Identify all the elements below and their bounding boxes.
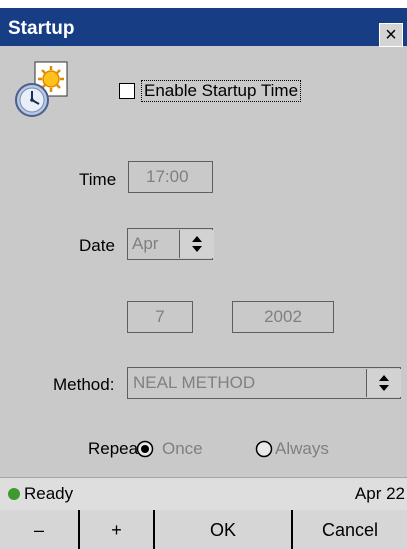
year-value: 2002 [264,307,302,326]
window-title: Startup [8,18,75,39]
repeat-once-label[interactable]: Once [162,439,203,459]
top-strip [0,0,407,8]
repeat-label: Repeat [88,439,143,458]
month-spinner[interactable]: Apr [127,228,214,260]
close-icon: × [385,24,397,46]
month-spinner-arrows[interactable] [179,230,214,258]
status-bar: Ready Apr 22 [0,477,407,510]
time-field[interactable]: 17:00 [128,161,213,193]
time-label: Time [79,170,117,189]
cancel-button[interactable]: Cancel [293,510,407,549]
ok-button[interactable]: OK [155,510,291,549]
month-value: Apr [132,234,159,253]
time-value: 17:00 [146,167,189,186]
date-label: Date [79,236,115,255]
year-field[interactable]: 2002 [232,301,334,333]
plus-button[interactable]: + [80,510,153,549]
status-date: Apr 22 [354,484,405,503]
method-label: Method: [53,375,115,394]
day-value: 7 [155,307,165,326]
bottom-toolbar: – + OK Cancel [0,510,407,549]
title-bar: Startup × [0,8,407,47]
startup-window: Startup × Enable Startup Time Time 17:00… [0,0,407,549]
day-field[interactable]: 7 [127,301,193,333]
method-select-arrows[interactable] [366,369,401,397]
minus-button[interactable]: – [0,510,78,549]
method-select[interactable]: NEAL METHOD [127,367,401,399]
repeat-once-radio[interactable] [136,440,154,458]
status-led-icon [8,488,20,500]
up-down-arrows-icon [379,375,389,391]
clock-sun-icon [13,60,69,120]
status-text: Ready [24,484,74,503]
enable-startup-time-checkbox[interactable] [119,83,135,99]
method-value: NEAL METHOD [133,373,256,392]
enable-startup-time-label[interactable]: Enable Startup Time [141,80,302,102]
up-down-arrows-icon [192,236,202,252]
repeat-always-label[interactable]: Always [275,439,329,459]
repeat-always-radio[interactable] [255,440,273,458]
close-button[interactable]: × [379,23,403,47]
